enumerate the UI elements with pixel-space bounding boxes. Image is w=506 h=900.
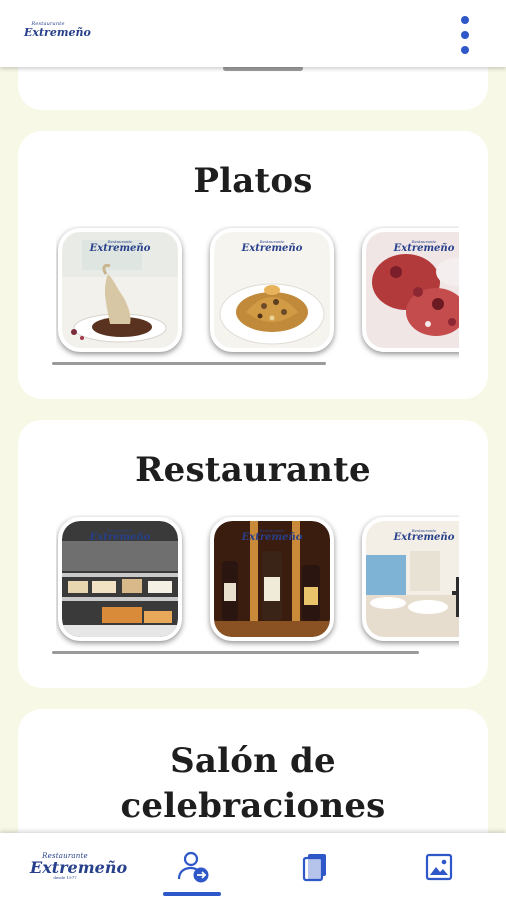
section-title: Platos (193, 161, 313, 201)
image-carousel[interactable]: Restaurante Extremeño Restaurante Extrem… (56, 515, 459, 650)
contact-user-arrow-icon (177, 851, 209, 882)
nav-gallery[interactable] (394, 833, 484, 900)
gallery-image[interactable]: Restaurante Extremeño (362, 517, 459, 641)
logo-line-2: Extremeño (24, 26, 91, 39)
top-app-bar: Restaurante Extremeño (0, 0, 506, 67)
kebab-vertical-icon[interactable] (455, 14, 475, 56)
photo-watermark-logo: Restaurante Extremeño (241, 528, 303, 543)
gallery-image[interactable]: Restaurante Extremeño (58, 228, 182, 352)
gallery-image[interactable]: Restaurante Extremeño (58, 517, 182, 641)
bottom-navigation: Restaurante Extremeño desde 1977 (0, 833, 506, 900)
photo-watermark-logo: Restaurante Extremeño (89, 239, 151, 254)
nav-menu-book[interactable] (271, 833, 361, 900)
section-card-restaurante: Restaurante Restaurante Extremeño Restau… (18, 420, 488, 688)
photo-watermark-logo: Restaurante Extremeño (393, 528, 455, 543)
carousel-scrollbar[interactable] (52, 362, 326, 365)
photo-watermark-logo: Restaurante Extremeño (89, 528, 151, 543)
section-card-platos: Platos Restaurante Extremeño Restaurante… (18, 131, 488, 399)
logo-line-2: Extremeño (30, 858, 128, 877)
section-title: Restaurante (135, 450, 371, 490)
image-carousel[interactable]: Restaurante Extremeño Restaurante Extrem… (56, 226, 459, 361)
photo-watermark-logo: Restaurante Extremeño (241, 239, 303, 254)
section-title: Salón de celebraciones (120, 741, 386, 826)
nav-home-logo[interactable]: Restaurante Extremeño desde 1977 (20, 833, 128, 900)
restaurant-logo[interactable]: Restaurante Extremeño (24, 22, 91, 39)
gallery-image[interactable]: Restaurante Extremeño (362, 228, 459, 352)
nav-contact[interactable] (148, 833, 238, 900)
photo-watermark-logo: Restaurante Extremeño (393, 239, 455, 254)
menu-book-icon (302, 853, 326, 881)
image-gallery-icon (425, 853, 453, 880)
restaurant-logo: Restaurante Extremeño desde 1977 (30, 853, 128, 880)
carousel-scrollbar[interactable] (52, 651, 419, 654)
active-tab-indicator (163, 892, 221, 896)
gallery-image[interactable]: Restaurante Extremeño (210, 228, 334, 352)
gallery-image[interactable]: Restaurante Extremeño (210, 517, 334, 641)
